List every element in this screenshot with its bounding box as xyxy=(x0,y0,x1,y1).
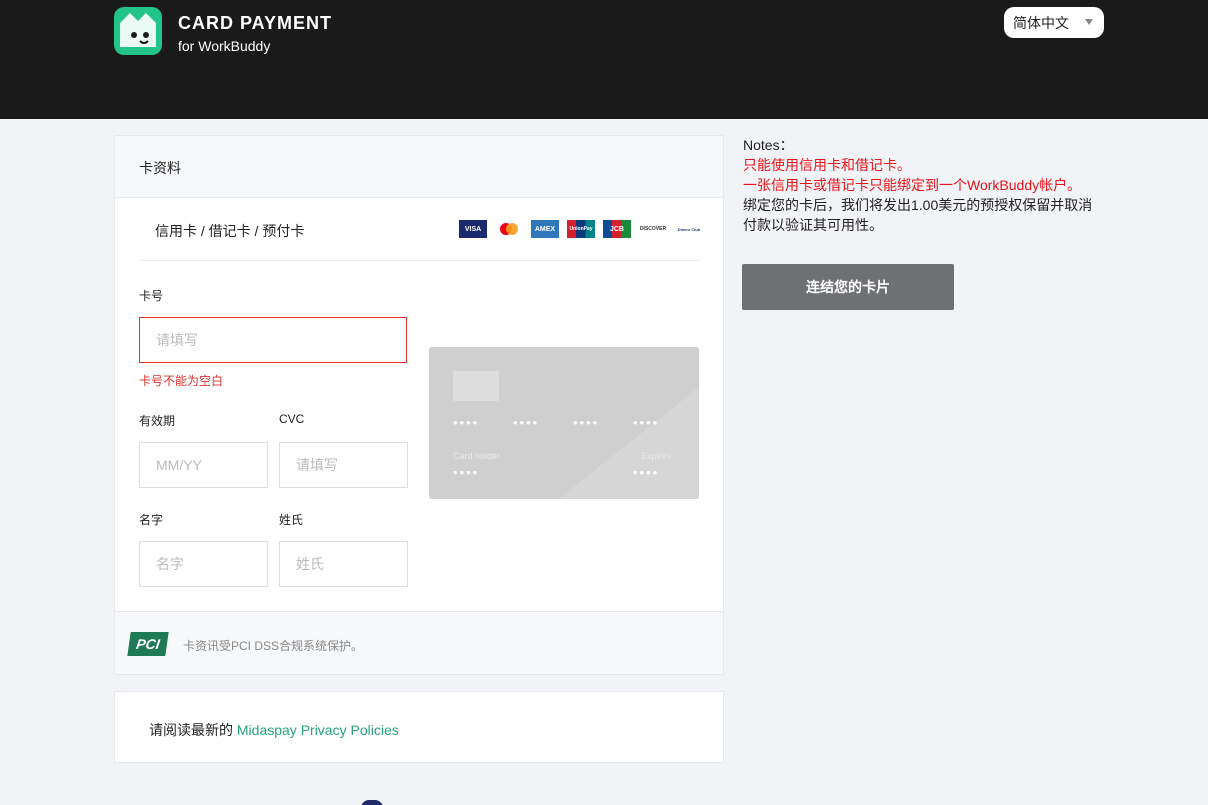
language-label: 简体中文 xyxy=(1013,15,1069,31)
top-header: CARD PAYMENT for WorkBuddy 简体中文 xyxy=(0,0,1208,119)
pci-notice: 卡资讯受PCI DSS合规系统保护。 xyxy=(183,639,364,653)
privacy-notice: 请阅读最新的 Midaspay Privacy Policies xyxy=(149,720,399,740)
amex-icon: AMEX xyxy=(531,220,559,238)
card-number-label: 卡号 xyxy=(139,289,164,303)
language-selector[interactable]: 简体中文 xyxy=(1004,7,1104,38)
card-number-error: 卡号不能为空白 xyxy=(139,374,224,388)
security-badge-icon xyxy=(361,800,383,805)
last-name-input[interactable]: 姓氏 xyxy=(279,541,408,587)
workbuddy-logo-icon xyxy=(114,7,162,55)
chevron-down-icon xyxy=(1085,19,1093,25)
panel-title: 卡资料 xyxy=(139,160,181,176)
privacy-prefix: 请阅读最新的 xyxy=(149,722,237,738)
card-info-panel: 卡资料 信用卡 / 借记卡 / 预付卡 VISA AMEX UnionPay J… xyxy=(114,135,724,675)
notes-line-1: 只能使用信用卡和借记卡。 xyxy=(743,157,911,173)
notes-line-3: 绑定您的卡后，我们将发出1.00美元的预授权保留并取消付款以验证其可用性。 xyxy=(743,197,1093,233)
last-name-label: 姓氏 xyxy=(279,513,304,527)
card-expires-value: •••• xyxy=(633,465,660,480)
cvc-label: CVC xyxy=(279,412,305,426)
notes-line-2: 一张信用卡或借记卡只能绑定到一个WorkBuddy帐户。 xyxy=(743,177,1082,193)
cvc-input[interactable]: 请填写 xyxy=(279,442,408,488)
connect-card-button[interactable]: 连结您的卡片 xyxy=(742,264,954,310)
card-number-group: •••• xyxy=(453,415,480,430)
card-number-group: •••• xyxy=(633,415,660,430)
card-types-label: 信用卡 / 借记卡 / 预付卡 xyxy=(155,223,305,239)
jcb-icon: JCB xyxy=(603,220,631,238)
divider xyxy=(139,260,700,261)
card-number-group: •••• xyxy=(573,415,600,430)
card-number-group: •••• xyxy=(513,415,540,430)
diners-club-icon: Diners Club xyxy=(675,220,703,238)
notes-title: Notes： xyxy=(743,137,794,153)
mastercard-icon xyxy=(495,220,523,238)
card-number-input[interactable]: 请填写 xyxy=(139,317,407,363)
accepted-brands: VISA AMEX UnionPay JCB DISCOVER Diners C… xyxy=(459,220,703,238)
privacy-policy-link[interactable]: Midaspay Privacy Policies xyxy=(237,722,399,738)
panel-header: 卡资料 xyxy=(115,136,723,198)
expiry-input[interactable]: MM/YY xyxy=(139,442,268,488)
visa-icon: VISA xyxy=(459,220,487,238)
card-chip-icon xyxy=(453,371,499,401)
app-title: CARD PAYMENT xyxy=(178,13,333,33)
card-holder-label: Card holder xyxy=(453,451,501,461)
discover-icon: DISCOVER xyxy=(639,220,667,238)
unionpay-icon: UnionPay xyxy=(567,220,595,238)
card-expires-label: Expires xyxy=(641,451,672,461)
card-holder-value: •••• xyxy=(453,465,480,480)
first-name-input[interactable]: 名字 xyxy=(139,541,268,587)
privacy-panel: 请阅读最新的 Midaspay Privacy Policies xyxy=(114,691,724,763)
pci-logo-icon: PCI xyxy=(127,632,169,656)
card-preview: •••• •••• •••• •••• Card holder Expires … xyxy=(429,347,699,499)
app-subtitle: for WorkBuddy xyxy=(178,38,271,54)
expiry-label: 有效期 xyxy=(139,414,176,428)
pci-footer: PCI 卡资讯受PCI DSS合规系统保护。 xyxy=(115,611,723,674)
first-name-label: 名字 xyxy=(139,513,164,527)
notes-section: Notes： 只能使用信用卡和借记卡。 一张信用卡或借记卡只能绑定到一个Work… xyxy=(743,135,1103,235)
